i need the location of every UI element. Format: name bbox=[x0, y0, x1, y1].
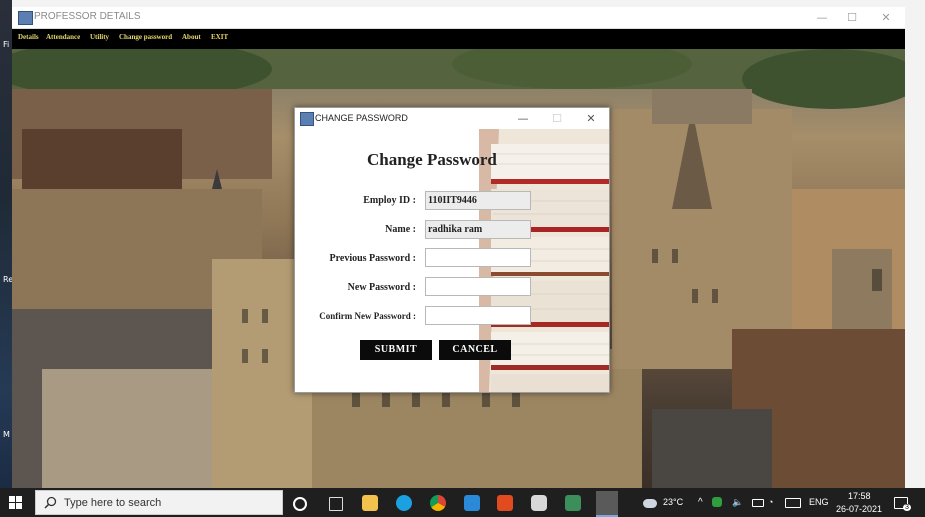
menu-about[interactable]: About bbox=[182, 33, 201, 41]
submit-button[interactable]: SUBMIT bbox=[360, 340, 432, 360]
volume-icon[interactable]: 🔈 bbox=[732, 497, 743, 508]
office-icon[interactable] bbox=[497, 495, 513, 511]
taskbar-search-box[interactable]: Type here to search bbox=[35, 490, 283, 515]
task-view-icon[interactable] bbox=[329, 497, 343, 511]
weather-cloud-icon bbox=[643, 499, 657, 508]
vscode-icon[interactable] bbox=[464, 495, 480, 511]
desktop-icon-label: M bbox=[3, 430, 10, 439]
search-placeholder: Type here to search bbox=[64, 497, 162, 509]
main-titlebar[interactable]: PROFESSOR DETAILS — ☐ ✕ bbox=[12, 7, 905, 29]
clock-time[interactable]: 17:58 bbox=[848, 491, 871, 501]
java-app-icon bbox=[18, 11, 33, 25]
dialog-title: CHANGE PASSWORD bbox=[315, 113, 408, 123]
cancel-button[interactable]: CANCEL bbox=[439, 340, 511, 360]
weather-temperature[interactable]: 23°C bbox=[663, 497, 683, 507]
cube-app-icon[interactable] bbox=[531, 495, 547, 511]
dialog-close-button[interactable]: ✕ bbox=[579, 111, 603, 126]
chevron-up-icon[interactable]: ^ bbox=[698, 497, 703, 508]
dialog-heading: Change Password bbox=[367, 150, 497, 169]
terminal-icon[interactable] bbox=[565, 495, 581, 511]
keyboard-icon[interactable] bbox=[785, 498, 801, 508]
chrome-icon[interactable] bbox=[430, 495, 446, 511]
dialog-maximize-button: ☐ bbox=[552, 112, 562, 125]
edge-icon[interactable] bbox=[396, 495, 412, 511]
confirm-new-password-label: Confirm New Password : bbox=[319, 311, 416, 321]
previous-password-label: Previous Password : bbox=[329, 253, 416, 264]
notification-count: 3 bbox=[903, 504, 911, 511]
name-label: Name : bbox=[385, 224, 416, 235]
windows-start-icon[interactable] bbox=[9, 496, 23, 510]
close-button[interactable]: ✕ bbox=[872, 9, 900, 26]
dialog-titlebar[interactable]: CHANGE PASSWORD — ☐ ✕ bbox=[295, 108, 609, 129]
change-password-dialog: CHANGE PASSWORD — ☐ ✕ Change Password Em… bbox=[294, 107, 610, 393]
menu-change-password[interactable]: Change password bbox=[119, 33, 172, 41]
employ-id-label: Employ ID : bbox=[363, 195, 416, 206]
java-app-icon[interactable] bbox=[596, 491, 618, 517]
menu-utility[interactable]: Utility bbox=[90, 33, 109, 41]
previous-password-field[interactable] bbox=[425, 248, 531, 267]
name-field: radhika ram bbox=[425, 220, 531, 239]
maximize-button[interactable]: ☐ bbox=[838, 9, 866, 26]
desktop-background-left: Fi Re M bbox=[0, 0, 13, 488]
menu-exit[interactable]: EXIT bbox=[211, 33, 228, 41]
clock-date[interactable]: 26-07-2021 bbox=[836, 504, 882, 514]
employ-id-field: 110IIT9446 bbox=[425, 191, 531, 210]
wifi-icon[interactable]: ◔ bbox=[768, 497, 773, 507]
menu-attendance[interactable]: Attendance bbox=[46, 33, 80, 41]
language-indicator[interactable]: ENG bbox=[809, 497, 829, 507]
menu-bar: Details Attendance Utility Change passwo… bbox=[12, 29, 905, 49]
cortana-icon[interactable] bbox=[293, 497, 307, 511]
desktop-background-right bbox=[905, 0, 925, 488]
menu-details[interactable]: Details bbox=[18, 33, 39, 41]
battery-icon[interactable] bbox=[752, 499, 764, 507]
new-password-field[interactable] bbox=[425, 277, 531, 296]
search-icon bbox=[44, 496, 57, 509]
tray-app-icon[interactable] bbox=[712, 497, 722, 507]
java-app-icon bbox=[300, 112, 314, 126]
new-password-label: New Password : bbox=[347, 282, 416, 293]
desktop-icon-label: Fi bbox=[3, 40, 10, 49]
dialog-minimize-button[interactable]: — bbox=[511, 111, 535, 126]
main-window-title: PROFESSOR DETAILS bbox=[34, 11, 141, 22]
confirm-new-password-field[interactable] bbox=[425, 306, 531, 325]
file-explorer-icon[interactable] bbox=[362, 495, 378, 511]
windows-taskbar: Type here to search 23°C ^ 🔈 ◔ ENG 17:58… bbox=[0, 488, 925, 517]
minimize-button[interactable]: — bbox=[808, 9, 836, 26]
